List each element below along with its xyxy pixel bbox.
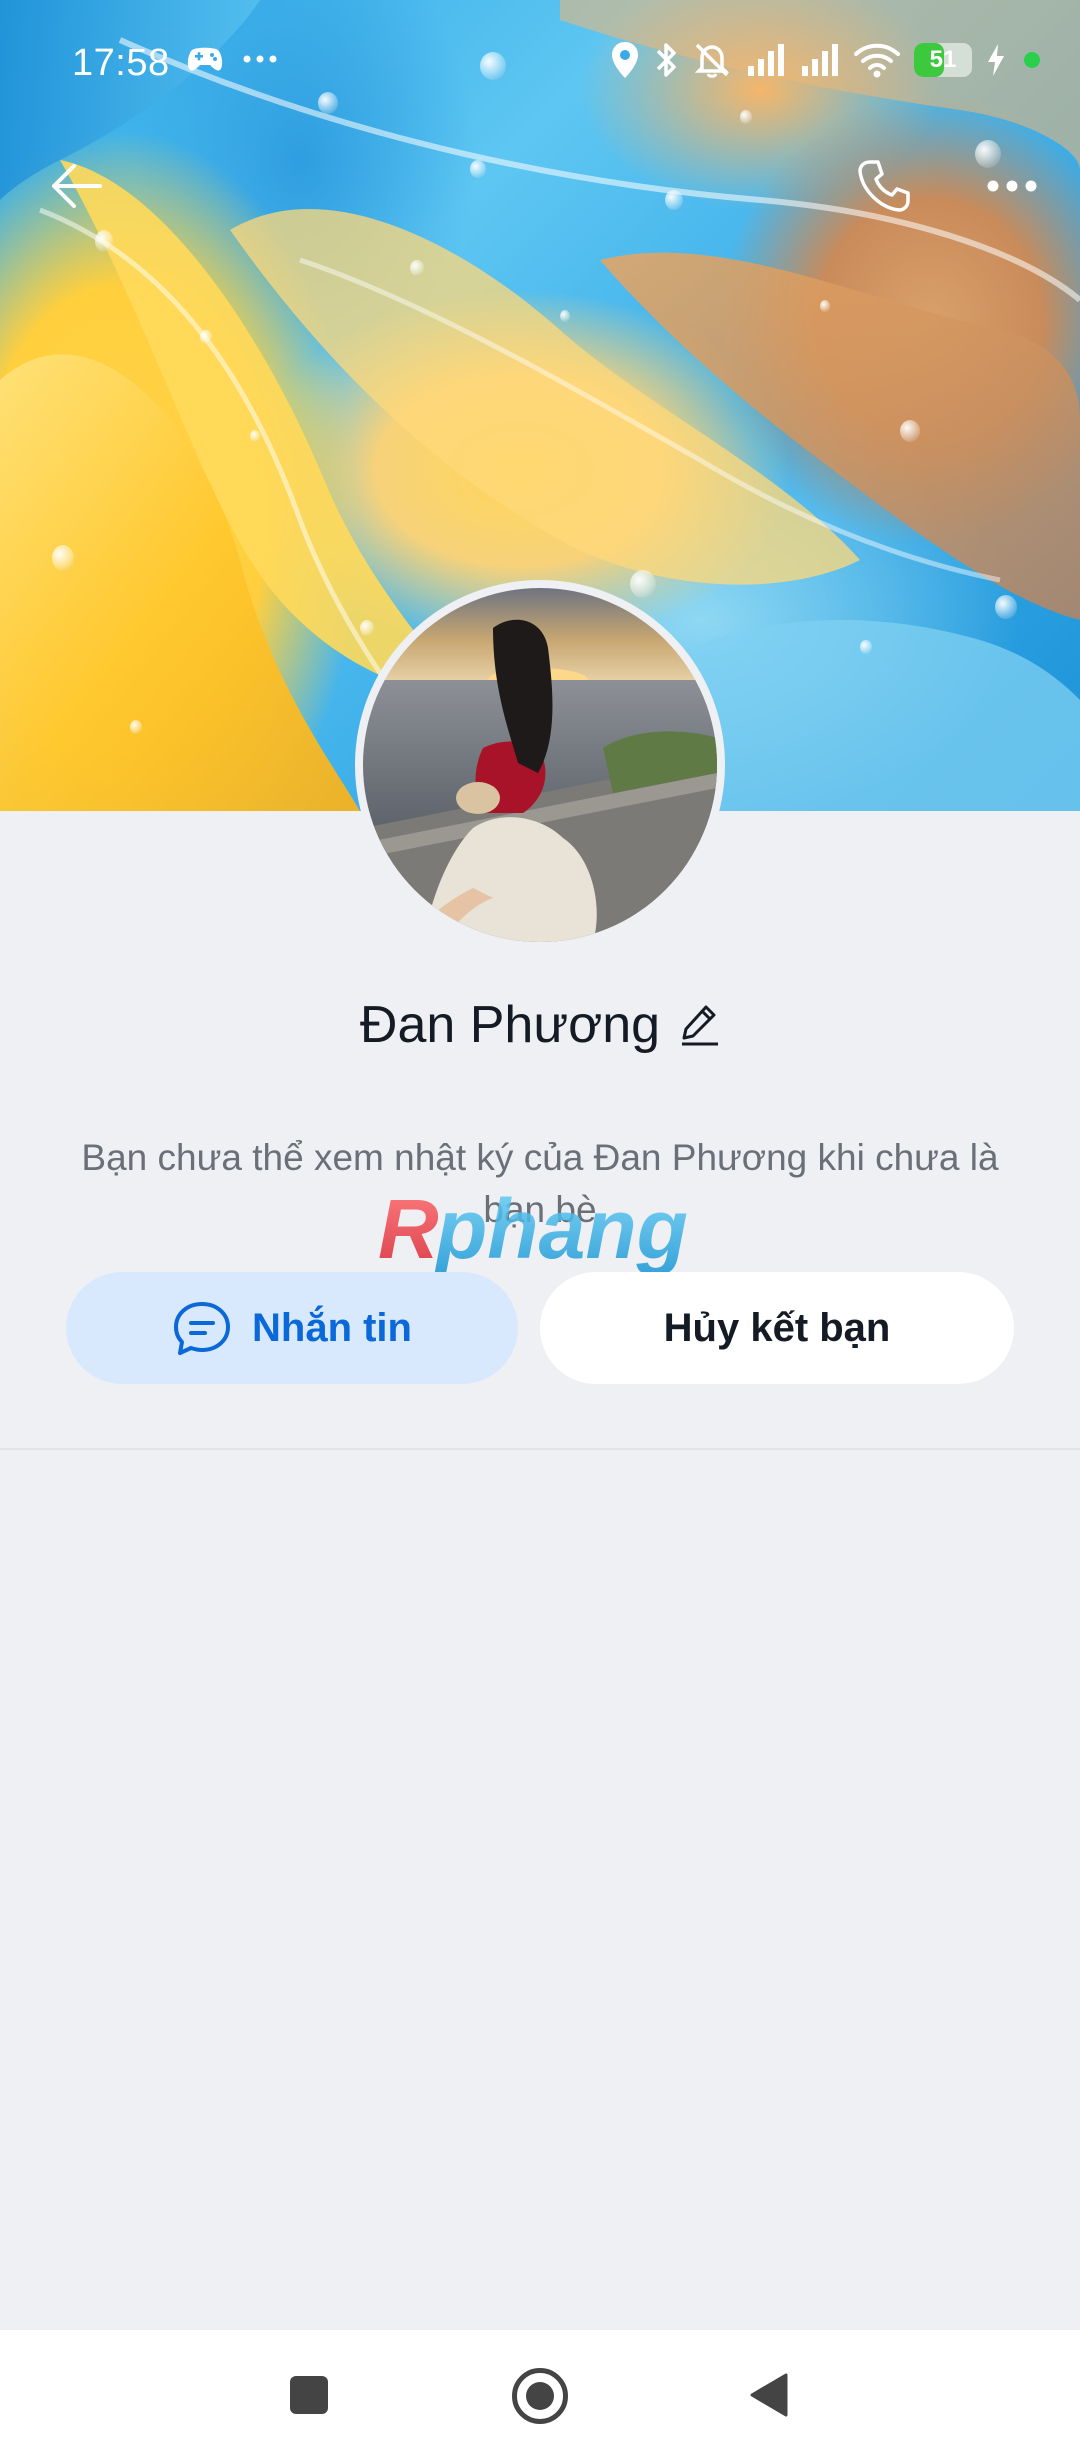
battery-level: 51 — [929, 46, 957, 73]
message-button-label: Nhắn tin — [252, 1305, 412, 1350]
recent-apps-icon[interactable] — [290, 2376, 328, 2414]
bluetooth-icon — [656, 43, 676, 77]
pencil-icon[interactable] — [680, 1003, 720, 1047]
status-bar: 17:58 51 — [0, 0, 1080, 130]
watermark-logo: R phang — [378, 1188, 688, 1276]
battery-icon: 51 — [914, 43, 972, 77]
signal-icon — [748, 44, 784, 76]
name-row: Đan Phương — [0, 995, 1080, 1055]
more-horizontal-icon — [987, 180, 1037, 192]
arrow-left-icon — [52, 164, 102, 208]
unfriend-button[interactable]: Hủy kết bạn — [540, 1272, 1014, 1384]
divider — [0, 1448, 1080, 1450]
back-button[interactable] — [40, 150, 112, 222]
svg-text:R: R — [378, 1188, 439, 1276]
profile-name: Đan Phương — [359, 996, 661, 1054]
charging-icon — [988, 44, 1004, 76]
message-button[interactable]: Nhắn tin — [66, 1272, 518, 1384]
svg-text:phang: phang — [434, 1188, 688, 1276]
back-icon[interactable] — [748, 2372, 790, 2418]
system-nav-bar — [0, 2330, 1080, 2460]
wifi-icon — [854, 43, 900, 78]
chat-bubble-icon — [174, 1302, 230, 1355]
home-icon[interactable] — [512, 2368, 568, 2424]
phone-icon — [858, 160, 910, 212]
avatar-photo — [363, 588, 717, 942]
avatar[interactable] — [355, 580, 725, 950]
game-controller-icon — [187, 47, 223, 71]
call-button[interactable] — [848, 150, 920, 222]
signal-icon-2 — [802, 44, 838, 76]
status-time: 17:58 — [72, 42, 170, 84]
more-options-button[interactable] — [976, 150, 1048, 222]
location-icon — [612, 42, 638, 78]
privacy-indicator-dot — [1024, 52, 1040, 68]
mute-icon — [694, 43, 730, 78]
more-dots-icon — [243, 55, 277, 63]
unfriend-button-label: Hủy kết bạn — [663, 1305, 891, 1350]
